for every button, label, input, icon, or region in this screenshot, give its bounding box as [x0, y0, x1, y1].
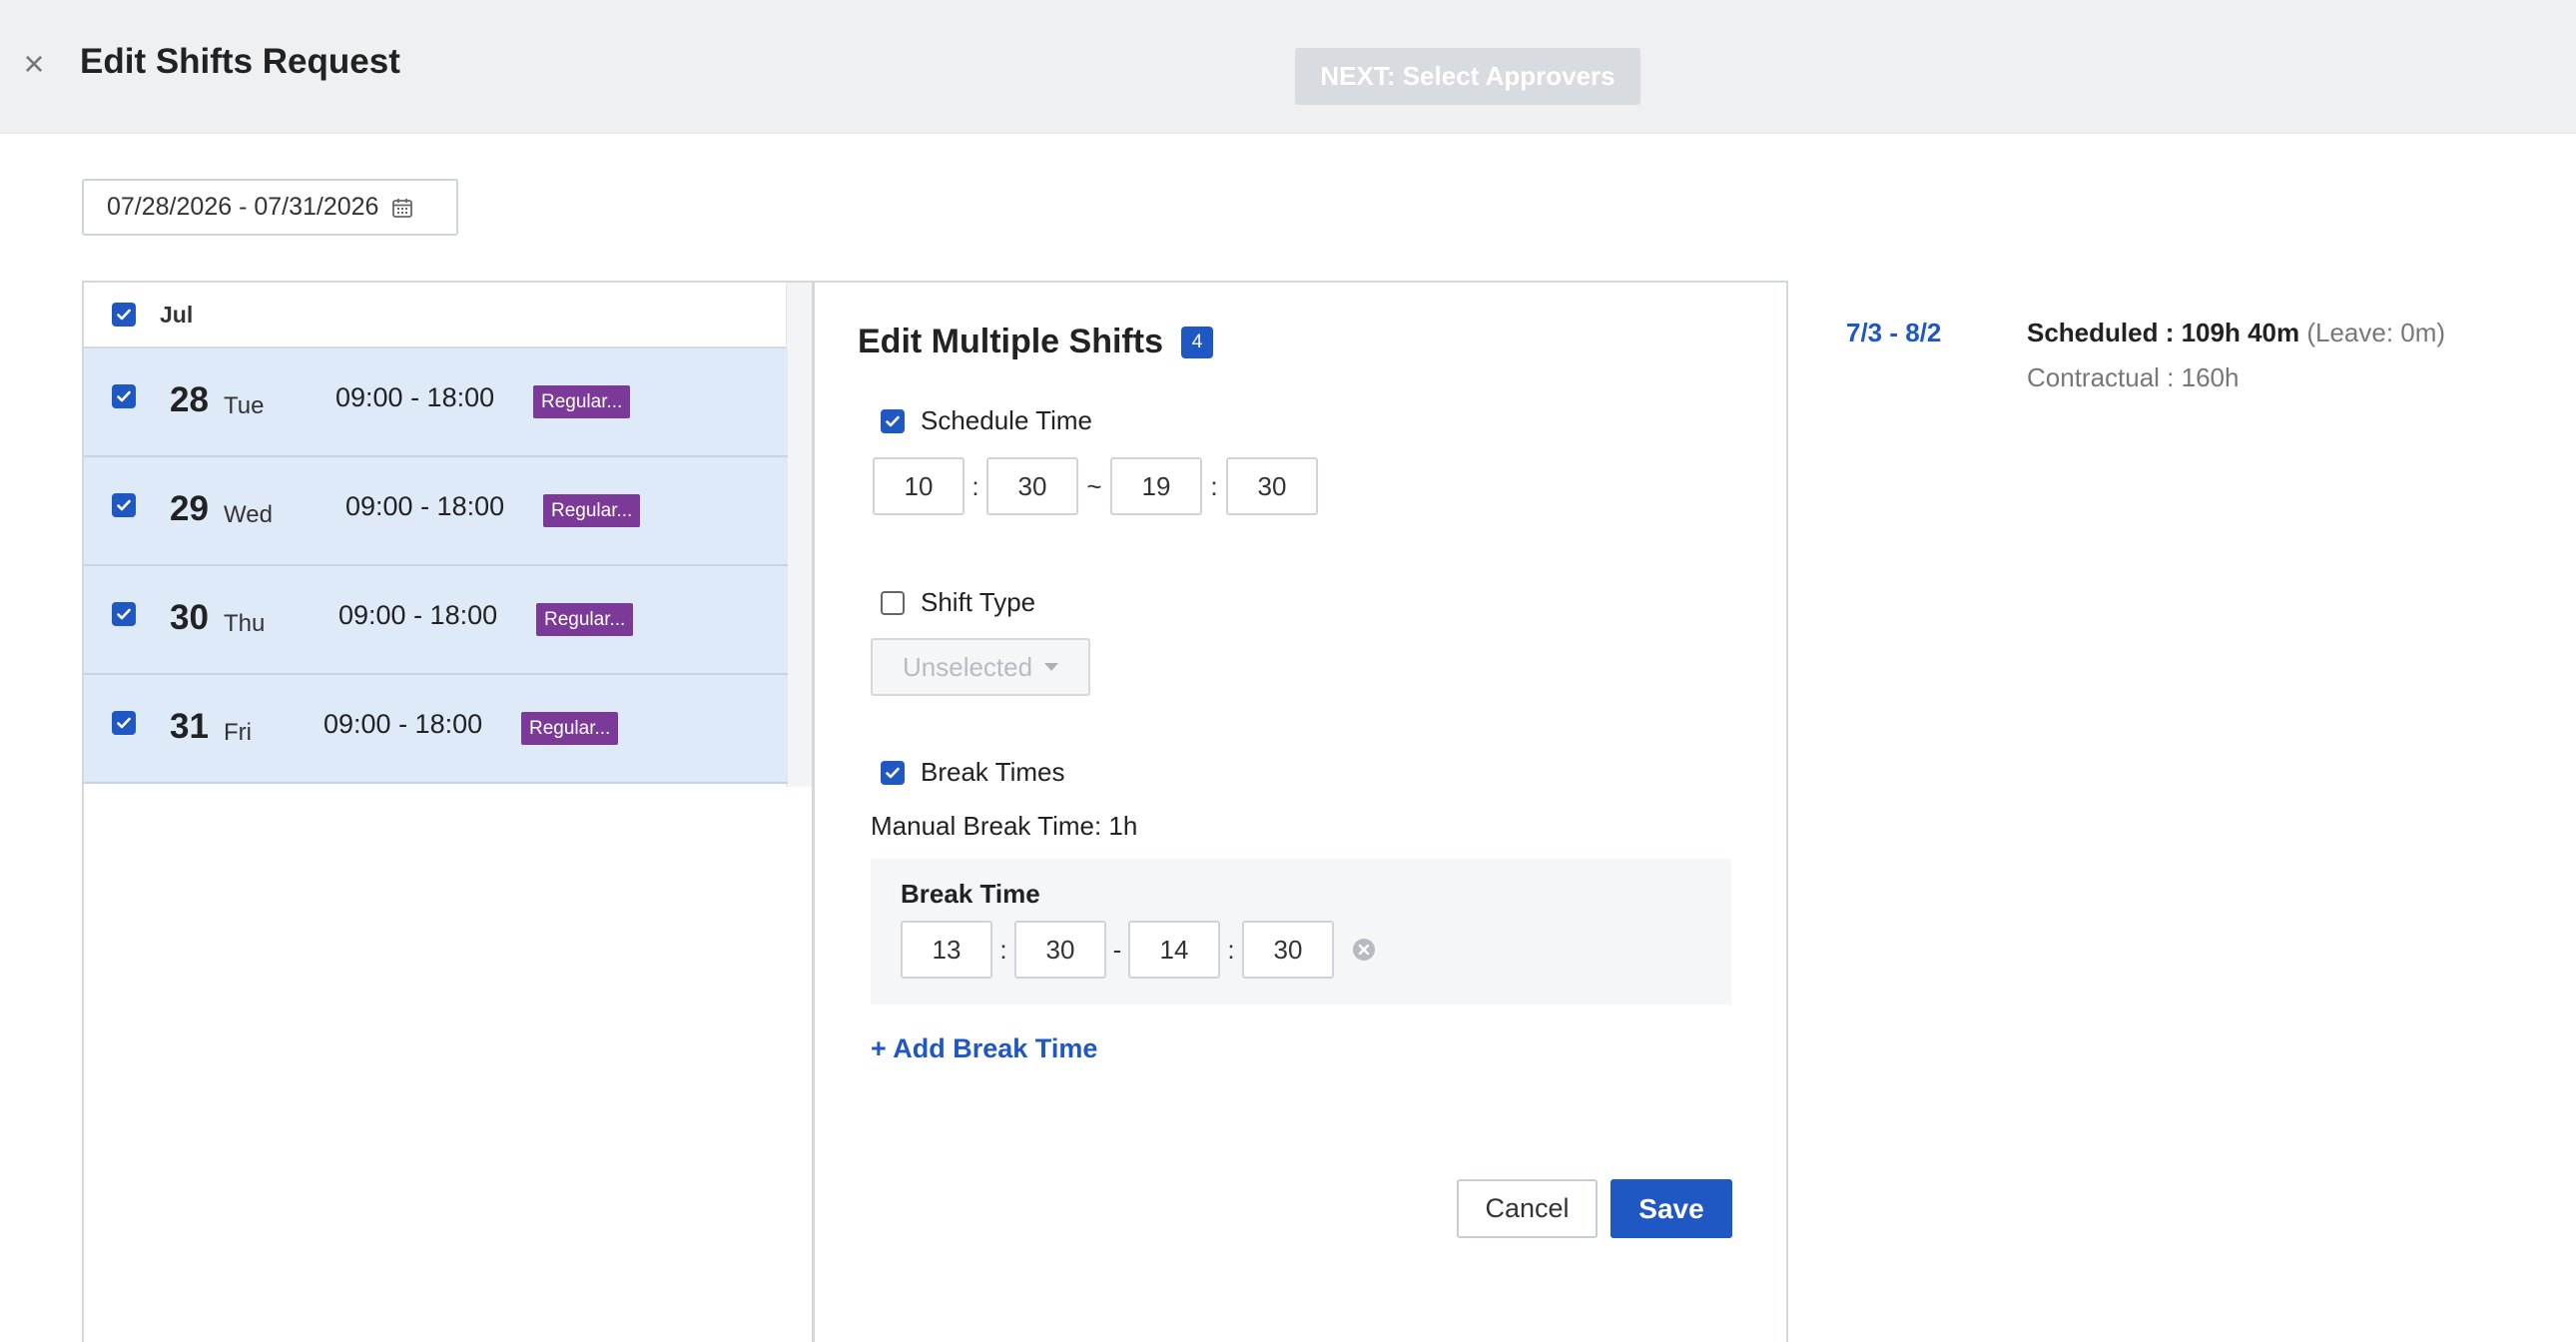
manual-break-time: Manual Break Time: 1h	[871, 811, 1138, 841]
close-icon[interactable]: ×	[16, 46, 52, 82]
break-end-minute-input[interactable]: 30	[1242, 921, 1334, 979]
shift-row[interactable]: 30 Thu 09:00 - 18:00 Regular...	[84, 566, 788, 675]
chevron-down-icon	[1044, 663, 1059, 671]
leave-value: (Leave: 0m)	[2306, 318, 2446, 347]
shift-list-panel: Jul 28 Tue 09:00 - 18:00 Regular... 29 W…	[82, 281, 814, 1342]
weekday: Tue	[224, 392, 265, 419]
cancel-button[interactable]: Cancel	[1457, 1179, 1598, 1238]
shift-row-checkbox[interactable]	[112, 384, 136, 408]
schedule-time-inputs: 10 : 30 ~ 19 : 30	[873, 457, 1318, 515]
time-colon: :	[1227, 934, 1235, 965]
scheduled-summary: Scheduled : 109h 40m (Leave: 0m)	[2027, 318, 2445, 348]
shift-time: 09:00 - 18:00	[345, 491, 505, 521]
page-title: Edit Shifts Request	[80, 42, 400, 81]
period-range[interactable]: 7/3 - 8/2	[1846, 318, 1941, 348]
modal-header: × Edit Shifts Request NEXT: Select Appro…	[0, 0, 2576, 134]
shift-row-checkbox[interactable]	[112, 493, 136, 517]
shift-row[interactable]: 28 Tue 09:00 - 18:00 Regular...	[84, 348, 788, 457]
month-label: Jul	[160, 301, 194, 328]
schedule-time-option[interactable]: Schedule Time	[881, 405, 1092, 436]
break-start-hour-input[interactable]: 13	[901, 921, 992, 979]
contractual-summary: Contractual : 160h	[2027, 362, 2240, 392]
weekday: Wed	[224, 501, 273, 528]
add-break-time-link[interactable]: + Add Break Time	[871, 1033, 1097, 1064]
shift-time: 09:00 - 18:00	[323, 709, 483, 739]
edit-panel-title: Edit Multiple Shifts 4	[858, 323, 1213, 361]
scheduled-label: Scheduled :	[2027, 318, 2182, 347]
start-minute-input[interactable]: 30	[986, 457, 1078, 515]
schedule-time-label: Schedule Time	[921, 405, 1092, 435]
shift-type-select[interactable]: Unselected	[871, 638, 1090, 696]
shift-type-badge: Regular...	[536, 603, 634, 636]
shift-type-selected: Unselected	[903, 651, 1033, 682]
remove-break-icon[interactable]	[1352, 938, 1376, 962]
shift-row-checkbox[interactable]	[112, 602, 136, 626]
day-number: 31	[170, 707, 209, 746]
shift-time: 09:00 - 18:00	[338, 600, 498, 630]
shift-row[interactable]: 31 Fri 09:00 - 18:00 Regular...	[84, 675, 788, 784]
time-colon: :	[1210, 470, 1218, 501]
break-time-box: Break Time 13 : 30 - 14 : 30	[871, 859, 1731, 1005]
day-number: 29	[170, 489, 209, 528]
selected-count-badge: 4	[1180, 326, 1213, 358]
shift-row[interactable]: 29 Wed 09:00 - 18:00 Regular...	[84, 457, 788, 566]
break-time-inputs: 13 : 30 - 14 : 30	[901, 921, 1376, 979]
weekday: Fri	[224, 719, 252, 746]
break-start-minute-input[interactable]: 30	[1014, 921, 1106, 979]
shift-time: 09:00 - 18:00	[335, 382, 495, 412]
break-end-hour-input[interactable]: 14	[1128, 921, 1220, 979]
shift-row-checkbox[interactable]	[112, 711, 136, 735]
shift-type-badge: Regular...	[533, 385, 631, 418]
start-hour-input[interactable]: 10	[873, 457, 965, 515]
shift-type-badge: Regular...	[543, 494, 641, 527]
break-times-checkbox[interactable]	[881, 760, 905, 785]
scheduled-value: 109h 40m	[2181, 318, 2300, 347]
save-button[interactable]: Save	[1610, 1179, 1732, 1238]
edit-title-text: Edit Multiple Shifts	[858, 323, 1163, 360]
list-scrollbar[interactable]	[786, 283, 812, 787]
range-separator: ~	[1086, 470, 1102, 501]
month-header: Jul	[84, 283, 788, 348]
select-all-checkbox[interactable]	[112, 303, 136, 327]
range-separator: -	[1112, 934, 1122, 965]
calendar-icon	[392, 198, 413, 218]
date-range-value: 07/28/2026 - 07/31/2026	[107, 193, 379, 221]
end-hour-input[interactable]: 19	[1110, 457, 1202, 515]
schedule-time-checkbox[interactable]	[881, 408, 905, 433]
shift-type-badge: Regular...	[521, 712, 619, 745]
shift-type-checkbox[interactable]	[881, 590, 905, 615]
next-select-approvers-button[interactable]: NEXT: Select Approvers	[1295, 48, 1640, 105]
time-colon: :	[971, 470, 979, 501]
shift-type-option[interactable]: Shift Type	[881, 587, 1035, 618]
weekday: Thu	[224, 610, 266, 637]
end-minute-input[interactable]: 30	[1226, 457, 1318, 515]
break-times-label: Break Times	[921, 757, 1065, 787]
day-number: 28	[170, 380, 209, 419]
shift-type-label: Shift Type	[921, 587, 1036, 617]
day-number: 30	[170, 598, 209, 637]
break-times-option[interactable]: Break Times	[881, 757, 1065, 788]
time-colon: :	[999, 934, 1007, 965]
break-time-label: Break Time	[901, 879, 1040, 909]
edit-multiple-shifts-panel: Edit Multiple Shifts 4 Schedule Time 10 …	[813, 281, 1788, 1342]
date-range-picker[interactable]: 07/28/2026 - 07/31/2026	[82, 179, 458, 236]
